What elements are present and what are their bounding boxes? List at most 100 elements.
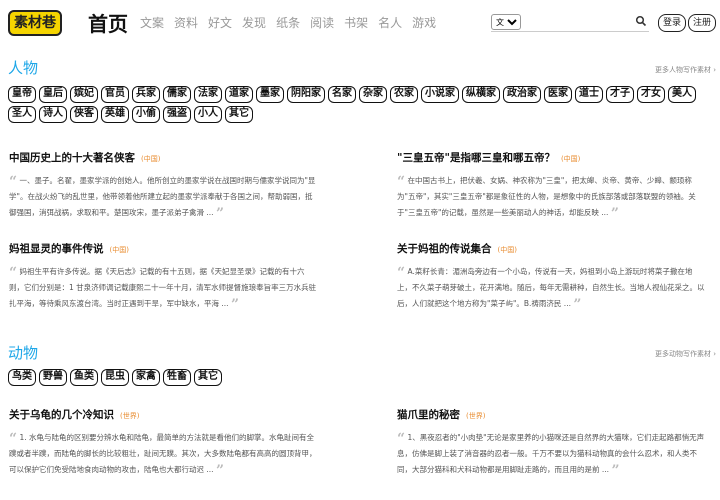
tag-empress[interactable]: 皇后 (39, 86, 67, 103)
article-excerpt-text: 一、墨子。名翟，墨家学派的创始人。他所创立的墨家学说在战国时期与儒家学说同为"显… (9, 176, 316, 217)
article-category[interactable]: (中国) (110, 246, 129, 254)
tag-eclectic[interactable]: 杂家 (359, 86, 387, 103)
main-nav: 文案 资料 好文 发现 纸条 阅读 书架 名人 游戏 (140, 14, 436, 31)
tag-fish[interactable]: 鱼类 (70, 369, 98, 386)
tag-hero[interactable]: 英雄 (101, 106, 129, 123)
article-card: 妈祖显灵的事件传说 (中国) “ 妈祖生平有许多传说。据《天后志》记载的有十五则，… (9, 241, 319, 312)
article-title-link[interactable]: 猫爪里的秘密 (世界) (397, 407, 707, 422)
tag-knight-errant[interactable]: 侠客 (70, 106, 98, 123)
tag-talented-man[interactable]: 才子 (606, 86, 634, 103)
search-type-select[interactable]: 文案 (491, 14, 521, 30)
article-excerpt-text: 妈祖生平有许多传说。据《天后志》记载的有十五则，据《天妃显圣录》记载的有十六则，… (9, 267, 317, 308)
tag-sage[interactable]: 圣人 (8, 106, 36, 123)
article-title-link[interactable]: "三皇五帝"是指哪三皇和哪五帝？ (中国) (397, 150, 707, 165)
open-quote-icon: “ (397, 174, 406, 190)
search-bar: 文案 (491, 14, 649, 32)
article-excerpt-text: 在中国古书上，把伏羲、女娲、神农称为"三皇"，把太皞、炎帝、黄帝、少皞、颛顼称为… (397, 176, 696, 217)
article-title-link[interactable]: 关于妈祖的传说集合 (中国) (397, 241, 707, 256)
tag-talented-woman[interactable]: 才女 (637, 86, 665, 103)
tag-confucian[interactable]: 儒家 (163, 86, 191, 103)
tag-diplomat-school[interactable]: 纵横家 (462, 86, 500, 103)
nav-item-reading[interactable]: 阅读 (310, 14, 334, 31)
tag-taoist-priest[interactable]: 道士 (575, 86, 603, 103)
article-title: 关于妈祖的传说集合 (397, 243, 492, 255)
article-title-link[interactable]: 妈祖显灵的事件传说 (中国) (9, 241, 319, 256)
tag-novelist[interactable]: 小说家 (421, 86, 459, 103)
tag-legalist[interactable]: 法家 (194, 86, 222, 103)
article-title: "三皇五帝"是指哪三皇和哪五帝？ (397, 152, 555, 164)
article-title: 猫爪里的秘密 (397, 409, 460, 421)
article-card: "三皇五帝"是指哪三皇和哪五帝？ (中国) “ 在中国古书上，把伏羲、女娲、神农称… (397, 150, 707, 221)
top-header: 素材巷 首页 文案 资料 好文 发现 纸条 阅读 书架 名人 游戏 文案 登录 … (0, 0, 720, 44)
article-excerpt: “ 一、墨子。名翟，墨家学派的创始人。他所创立的墨家学说在战国时期与儒家学说同为… (9, 173, 319, 221)
article-category[interactable]: (世界) (120, 412, 139, 420)
nav-item-materials[interactable]: 资料 (174, 14, 198, 31)
nav-item-notes[interactable]: 纸条 (276, 14, 300, 31)
article-excerpt: “ 1. 水龟与陆龟的区别要分辨水龟和陆龟，最简单的方法就是看他们的脚掌。水龟趾… (9, 430, 319, 478)
search-input[interactable] (524, 14, 629, 28)
article-title-link[interactable]: 中国历史上的十大著名侠客 (中国) (9, 150, 319, 165)
tag-wild-beasts[interactable]: 野兽 (39, 369, 67, 386)
tag-birds[interactable]: 鸟类 (8, 369, 36, 386)
nav-item-discover[interactable]: 发现 (242, 14, 266, 31)
tag-other-people[interactable]: 其它 (225, 106, 253, 123)
tag-poet[interactable]: 诗人 (39, 106, 67, 123)
article-category[interactable]: (中国) (498, 246, 517, 254)
more-animals-link[interactable]: 更多动物写作素材 › (655, 349, 716, 359)
nav-item-bookshelf[interactable]: 书架 (344, 14, 368, 31)
article-excerpt-text: 1. 水龟与陆龟的区别要分辨水龟和陆龟，最简单的方法就是看他们的脚掌。水龟趾间有… (9, 433, 317, 474)
tag-concubine[interactable]: 嫔妃 (70, 86, 98, 103)
article-title-link[interactable]: 关于乌龟的几个冷知识 (世界) (9, 407, 319, 422)
open-quote-icon: “ (397, 265, 406, 281)
article-card: 中国历史上的十大著名侠客 (中国) “ 一、墨子。名翟，墨家学派的创始人。他所创立… (9, 150, 319, 221)
register-button[interactable]: 注册 (688, 14, 717, 32)
tag-emperor[interactable]: 皇帝 (8, 86, 36, 103)
nav-item-games[interactable]: 游戏 (412, 14, 436, 31)
article-card: 关于乌龟的几个冷知识 (世界) “ 1. 水龟与陆龟的区别要分辨水龟和陆龟，最简单… (9, 407, 319, 478)
tag-poultry[interactable]: 家禽 (132, 369, 160, 386)
article-excerpt: “ 在中国古书上，把伏羲、女娲、神农称为"三皇"，把太皞、炎帝、黄帝、少皞、颛顼… (397, 173, 707, 221)
open-quote-icon: “ (9, 265, 18, 281)
open-quote-icon: “ (9, 431, 18, 447)
tag-other-animals[interactable]: 其它 (194, 369, 222, 386)
article-excerpt: “ A.菜籽长青：湄洲岛旁边有一个小岛，传说有一天，妈祖到小岛上游玩时将菜子撒在… (397, 264, 707, 312)
close-quote-icon: ” (611, 463, 620, 479)
site-logo[interactable]: 素材巷 (8, 10, 62, 36)
tag-statesman[interactable]: 政治家 (503, 86, 541, 103)
close-quote-icon: ” (215, 463, 224, 479)
close-quote-icon: ” (610, 206, 619, 222)
tag-insects[interactable]: 昆虫 (101, 369, 129, 386)
tag-robber[interactable]: 强盗 (163, 106, 191, 123)
article-title: 中国历史上的十大著名侠客 (9, 152, 135, 164)
tag-yin-yang[interactable]: 阴阳家 (287, 86, 325, 103)
article-excerpt-text: A.菜籽长青：湄洲岛旁边有一个小岛，传说有一天，妈祖到小岛上游玩时将菜子撒在地上… (397, 267, 705, 308)
more-people-link[interactable]: 更多人物写作素材 › (655, 65, 716, 75)
open-quote-icon: “ (9, 174, 18, 190)
article-category[interactable]: (中国) (141, 155, 160, 163)
tag-military-strategist[interactable]: 兵家 (132, 86, 160, 103)
article-category[interactable]: (中国) (561, 155, 580, 163)
tag-mohist[interactable]: 墨家 (256, 86, 284, 103)
tag-agriculturalist[interactable]: 农家 (390, 86, 418, 103)
close-quote-icon: ” (573, 297, 582, 313)
tag-physician[interactable]: 医家 (544, 86, 572, 103)
section-title-animals: 动物 (8, 344, 39, 362)
article-excerpt: “ 妈祖生平有许多传说。据《天后志》记载的有十五则，据《天妃显圣录》记载的有十六… (9, 264, 319, 312)
tag-villain[interactable]: 小人 (194, 106, 222, 123)
article-category[interactable]: (世界) (466, 412, 485, 420)
tag-beauty[interactable]: 美人 (668, 86, 696, 103)
tag-logician[interactable]: 名家 (328, 86, 356, 103)
tag-taoist-school[interactable]: 道家 (225, 86, 253, 103)
nav-home[interactable]: 首页 (88, 8, 128, 37)
nav-item-celebrities[interactable]: 名人 (378, 14, 402, 31)
tag-official[interactable]: 官员 (101, 86, 129, 103)
article-excerpt: “ 1、黑夜忍者的"小肉垫"无论是家里养的小猫咪还是自然界的大猫咪，它们走起路都… (397, 430, 707, 478)
login-button[interactable]: 登录 (658, 14, 687, 32)
tag-thief[interactable]: 小偷 (132, 106, 160, 123)
nav-item-good-articles[interactable]: 好文 (208, 14, 232, 31)
nav-item-copywriting[interactable]: 文案 (140, 14, 164, 31)
tag-livestock[interactable]: 牲畜 (163, 369, 191, 386)
close-quote-icon: ” (230, 297, 239, 313)
search-icon[interactable] (635, 15, 647, 27)
open-quote-icon: “ (397, 431, 406, 447)
